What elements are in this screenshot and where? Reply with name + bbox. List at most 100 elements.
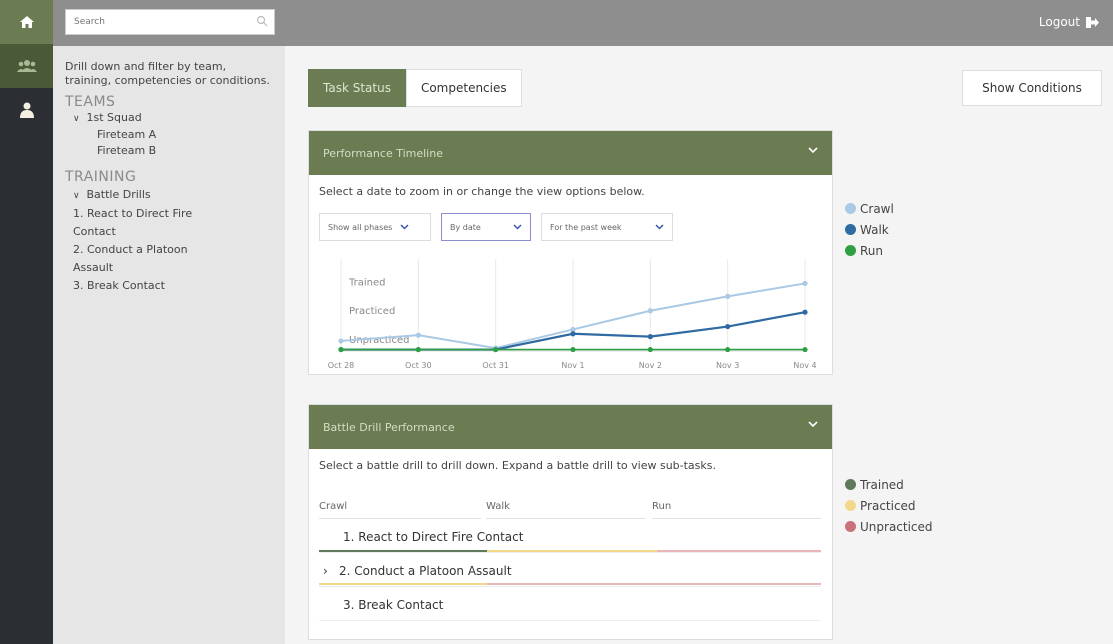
- drill-2-line2: Assault: [73, 261, 114, 274]
- legend-dot-icon: [845, 500, 856, 511]
- x-tick-label: Oct 31: [482, 361, 509, 370]
- drill-row-label: 2. Conduct a Platoon Assault: [339, 563, 512, 578]
- x-tick-label: Nov 4: [793, 361, 816, 370]
- walk-status-bar: [487, 550, 657, 552]
- y-tick-label: Practiced: [349, 306, 395, 317]
- chevron-down-icon[interactable]: [808, 419, 818, 429]
- column-run: Run: [652, 501, 821, 519]
- performance-chart[interactable]: UnpracticedPracticedTrainedOct 28 Oct 30 O…: [309, 253, 832, 375]
- legend-dot-icon: [845, 245, 856, 256]
- team-button[interactable]: [0, 44, 53, 88]
- data-point-run: [415, 346, 421, 353]
- home-button[interactable]: [0, 0, 53, 44]
- by-select-value: By date: [450, 222, 481, 232]
- x-tick-label: Nov 3: [716, 361, 739, 370]
- home-icon: [19, 16, 34, 28]
- view-tabs: Task Status Competencies: [308, 69, 522, 107]
- legend-dot-icon: [845, 203, 856, 214]
- data-point-walk: [725, 323, 731, 330]
- filter-sidebar: Drill down and filter by team, training,…: [53, 46, 285, 644]
- filter-description: Drill down and filter by team, training,…: [65, 60, 270, 87]
- drill-row-2[interactable]: › 2. Conduct a Platoon Assault: [319, 555, 821, 587]
- user-button[interactable]: [0, 88, 53, 132]
- range-select[interactable]: For the past week: [541, 213, 673, 241]
- tree-item-squad[interactable]: ∨ 1st Squad: [73, 110, 275, 127]
- battle-drill-header[interactable]: Battle Drill Performance: [309, 405, 832, 449]
- top-bar: Logout: [53, 0, 1113, 46]
- chevron-right-icon[interactable]: ›: [319, 564, 339, 578]
- tree-item-drill-1[interactable]: 1. React to Direct Fire Contact: [73, 206, 275, 240]
- battle-drills-label: Battle Drills: [86, 188, 151, 201]
- phase-select[interactable]: Show all phases: [319, 213, 431, 241]
- status-legend-item: Trained: [845, 474, 933, 495]
- logout-icon: [1086, 16, 1099, 28]
- legend-dot-icon: [845, 224, 856, 235]
- battle-drill-panel: Battle Drill Performance Select a battle…: [308, 404, 833, 640]
- drill-row-1[interactable]: 1. React to Direct Fire Contact: [319, 521, 821, 553]
- show-conditions-button[interactable]: Show Conditions: [962, 70, 1102, 106]
- team-icon: [16, 60, 37, 72]
- chevron-down-icon: [400, 224, 409, 230]
- crawl-status-bar: [319, 583, 487, 585]
- column-walk: Walk: [486, 501, 646, 519]
- search-icon[interactable]: [256, 15, 268, 27]
- data-point-crawl: [415, 332, 421, 338]
- by-select[interactable]: By date: [441, 213, 531, 241]
- main-content: Task Status Competencies Show Conditions…: [285, 46, 1113, 644]
- chevron-down-icon: ∨: [73, 114, 80, 124]
- logout-button[interactable]: Logout: [1039, 15, 1099, 29]
- tree-item-fireteam-a[interactable]: Fireteam A: [97, 127, 275, 143]
- legend-label: Practiced: [860, 498, 916, 513]
- tab-task-status[interactable]: Task Status: [308, 69, 406, 107]
- data-point-run: [802, 346, 808, 353]
- user-icon: [19, 102, 34, 118]
- phase-legend-item: Walk: [845, 219, 894, 240]
- y-tick-label: Trained: [348, 277, 386, 288]
- data-point-crawl: [338, 338, 344, 344]
- search-input[interactable]: [66, 10, 246, 34]
- range-select-value: For the past week: [550, 222, 622, 232]
- run-status-bar: [657, 550, 821, 552]
- data-point-crawl: [647, 308, 653, 314]
- tree-item-drill-2[interactable]: 2. Conduct a Platoon Assault: [73, 242, 275, 276]
- drill-row-label: 1. React to Direct Fire Contact: [343, 529, 524, 544]
- chevron-down-icon[interactable]: [808, 145, 818, 155]
- x-tick-label: Oct 30: [405, 361, 432, 370]
- x-tick-label: Nov 2: [639, 361, 662, 370]
- data-point-run: [493, 346, 499, 353]
- legend-label: Unpracticed: [860, 519, 933, 534]
- status-legend-item: Practiced: [845, 495, 933, 516]
- legend-label: Trained: [860, 477, 904, 492]
- tree-item-fireteam-b[interactable]: Fireteam B: [97, 143, 275, 159]
- data-point-walk: [570, 331, 576, 337]
- teams-heading: TEAMS: [65, 94, 116, 110]
- data-point-run: [570, 346, 576, 353]
- squad-label: 1st Squad: [86, 111, 142, 124]
- walk-run-status-bar: [487, 583, 821, 585]
- tree-item-drill-3[interactable]: 3. Break Contact: [73, 278, 275, 294]
- performance-timeline-header[interactable]: Performance Timeline: [309, 131, 832, 175]
- phase-legend-item: Run: [845, 240, 894, 261]
- data-point-walk: [802, 309, 808, 315]
- data-point-run: [338, 346, 344, 353]
- chevron-down-icon: ∨: [73, 191, 80, 201]
- drill-row-3[interactable]: 3. Break Contact: [319, 589, 821, 621]
- legend-label: Run: [860, 243, 884, 258]
- tree-item-battle-drills[interactable]: ∨ Battle Drills: [73, 187, 275, 204]
- performance-timeline-title: Performance Timeline: [323, 146, 443, 160]
- logout-label: Logout: [1038, 15, 1080, 29]
- phase-select-value: Show all phases: [328, 222, 393, 232]
- x-tick-label: Nov 1: [561, 361, 584, 370]
- performance-timeline-panel: Performance Timeline Select a date to zo…: [308, 130, 833, 375]
- search-box: [65, 9, 275, 35]
- column-crawl: Crawl: [319, 501, 481, 519]
- legend-label: Crawl: [860, 201, 894, 216]
- data-point-crawl: [725, 293, 731, 299]
- drill-2-line1: 2. Conduct a Platoon: [73, 243, 188, 256]
- legend-dot-icon: [845, 479, 856, 490]
- legend-dot-icon: [845, 521, 856, 532]
- drill-1-line1: 1. React to Direct Fire: [73, 207, 193, 220]
- training-heading: TRAINING: [65, 169, 137, 185]
- tab-competencies[interactable]: Competencies: [405, 69, 522, 107]
- data-point-walk: [647, 334, 653, 340]
